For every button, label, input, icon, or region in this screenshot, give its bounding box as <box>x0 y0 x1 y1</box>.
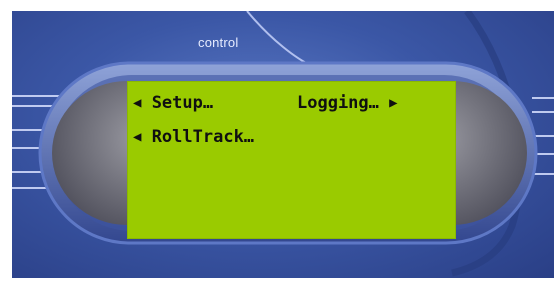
menu-item-label: Setup… <box>151 93 214 113</box>
lcd-row-2: ◀ RollTrack… <box>127 126 456 148</box>
menu-item-logging[interactable]: Logging… ▶ <box>297 92 398 114</box>
menu-item-label: RollTrack… <box>151 127 255 147</box>
menu-item-rolltrack[interactable]: ◀ RollTrack… <box>133 126 254 148</box>
device-panel: control ◀ Setup… Logging… ▶ ◀ RollTrack… <box>12 11 554 278</box>
left-arrow-icon: ◀ <box>133 95 142 111</box>
brand-label: control <box>198 35 239 50</box>
lcd-screen: ◀ Setup… Logging… ▶ ◀ RollTrack… <box>127 81 456 239</box>
left-arrow-icon: ◀ <box>133 129 142 145</box>
menu-item-setup[interactable]: ◀ Setup… <box>133 92 213 114</box>
right-arrow-icon: ▶ <box>389 95 398 111</box>
lcd-row-1: ◀ Setup… Logging… ▶ <box>127 92 456 114</box>
menu-item-label: Logging… <box>297 93 379 113</box>
